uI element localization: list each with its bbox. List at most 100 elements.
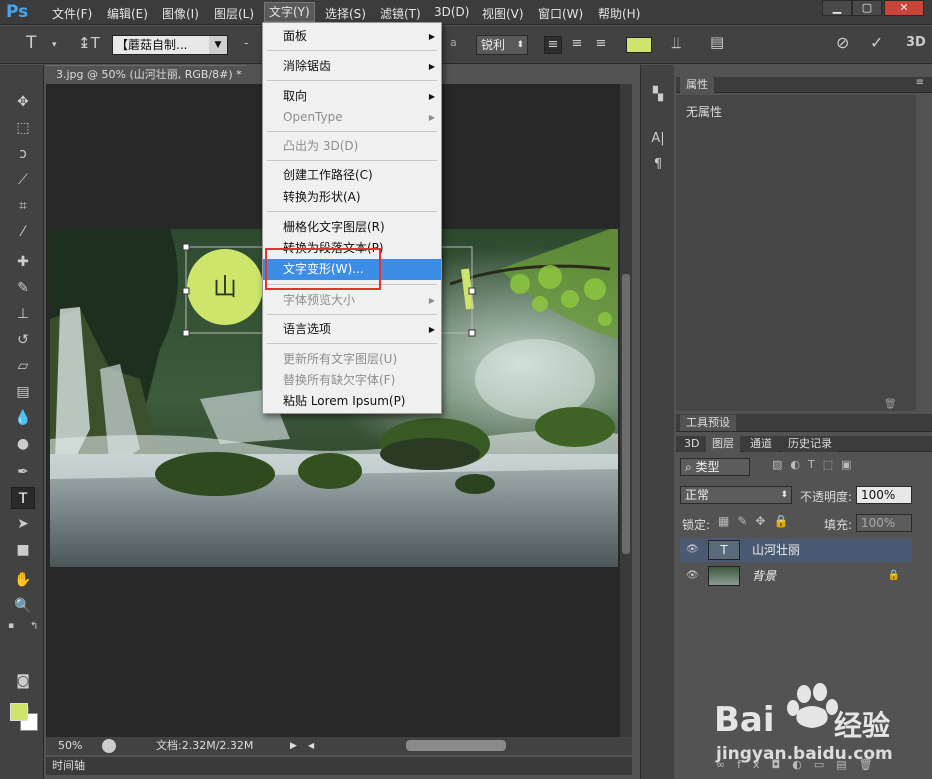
lock-icons[interactable]: ▦✎✥🔒: [718, 514, 796, 528]
cancel-icon[interactable]: ⊘: [836, 33, 849, 52]
menu-item-language-options[interactable]: 语言选项 ▶: [263, 319, 441, 340]
menu-help[interactable]: 帮助(H): [598, 5, 640, 22]
timeline-bar[interactable]: 时间轴: [46, 757, 632, 775]
layer-row-text[interactable]: 👁 T 山河壮丽: [680, 538, 912, 562]
gradient-tool-icon[interactable]: ▤: [11, 381, 35, 403]
type-tool-preset-icon[interactable]: T: [26, 33, 36, 53]
blend-mode-select[interactable]: 正常 ⬍: [680, 486, 792, 504]
scroll-thumb[interactable]: [622, 274, 630, 554]
tab-3d[interactable]: 3D: [678, 436, 706, 452]
history-panel-icon[interactable]: ▚: [648, 87, 668, 107]
share-icon[interactable]: [102, 739, 116, 753]
menu-item-panels[interactable]: 面板 ▶: [263, 26, 441, 47]
character-panel-icon[interactable]: ▤: [710, 33, 724, 51]
maximize-button[interactable]: ▢: [852, 0, 882, 16]
menu-item-paste-lorem-ipsum[interactable]: 粘贴 Lorem Ipsum(P): [263, 391, 441, 412]
close-button[interactable]: ✕: [884, 0, 924, 16]
document-tab[interactable]: 3.jpg @ 50% (山河壮丽, RGB/8#) *: [46, 65, 246, 83]
foreground-color[interactable]: [10, 703, 28, 721]
pen-tool-icon[interactable]: ✒: [11, 461, 35, 483]
layer-row-background[interactable]: 👁 背景 🔒: [680, 564, 912, 588]
eye-icon[interactable]: 👁: [686, 538, 700, 562]
hand-tool-icon[interactable]: ✋: [11, 569, 35, 591]
tab-channels[interactable]: 通道: [744, 436, 778, 452]
menu-edit[interactable]: 编辑(E): [107, 5, 148, 22]
menu-item-label: 转换为形状(A): [283, 190, 361, 204]
tab-tool-presets[interactable]: 工具预设: [680, 415, 736, 431]
marquee-tool-icon[interactable]: ⬚: [11, 117, 35, 139]
menu-item-convert-to-shape[interactable]: 转换为形状(A): [263, 187, 441, 208]
tab-layers[interactable]: 图层: [706, 436, 740, 452]
zoom-tool-icon[interactable]: 🔍: [11, 595, 35, 617]
zoom-level[interactable]: 50%: [58, 737, 82, 755]
text-color-swatch[interactable]: [626, 37, 652, 53]
blur-tool-icon[interactable]: 💧: [11, 407, 35, 429]
menu-item-orientation[interactable]: 取向 ▶: [263, 86, 441, 107]
eyedropper-tool-icon[interactable]: ⁄: [11, 221, 35, 243]
menu-item-rasterize[interactable]: 栅格化文字图层(R): [263, 217, 441, 238]
menu-window[interactable]: 窗口(W): [538, 5, 583, 22]
menu-view[interactable]: 视图(V): [482, 5, 524, 22]
panel-menu-icon[interactable]: ≡: [916, 77, 924, 88]
align-center-button[interactable]: ≡: [568, 36, 586, 54]
menu-layer[interactable]: 图层(L): [214, 5, 254, 22]
antialias-select[interactable]: 锐利 ⬍: [476, 35, 528, 55]
menu-filter[interactable]: 滤镜(T): [380, 5, 421, 22]
layer-name: 山河壮丽: [752, 543, 801, 557]
preset-dropdown-arrow-icon[interactable]: ▾: [52, 40, 57, 50]
rectangle-tool-icon[interactable]: ■: [11, 539, 35, 561]
opacity-value: 100%: [861, 488, 896, 502]
menu-item-convert-paragraph[interactable]: 转换为段落文本(P): [263, 238, 441, 259]
chevron-icon: ⬍: [780, 490, 788, 500]
font-family-select[interactable]: 【蘑菇自制... ▼: [112, 35, 228, 55]
commit-check-icon[interactable]: ✓: [870, 33, 883, 52]
menu-image[interactable]: 图像(I): [162, 5, 199, 22]
character-panel-icon[interactable]: A|: [648, 131, 668, 151]
menu-file[interactable]: 文件(F): [52, 5, 92, 22]
text-orientation-icon[interactable]: ↨T: [78, 34, 100, 52]
quick-mask-icon[interactable]: ◙: [11, 670, 35, 692]
layer-footer-icons[interactable]: ∞fx◘◐▭▤🗑: [716, 758, 885, 771]
move-tool-icon[interactable]: ✥: [11, 91, 35, 113]
healing-brush-tool-icon[interactable]: ✚: [11, 251, 35, 273]
eraser-tool-icon[interactable]: ▱: [11, 355, 35, 377]
swap-colors-icon[interactable]: ↰: [30, 621, 38, 632]
trash-icon[interactable]: 🗑: [884, 399, 897, 410]
quick-select-tool-icon[interactable]: ⟋: [11, 169, 35, 191]
path-select-tool-icon[interactable]: ➤: [11, 513, 35, 535]
menu-item-warp-text[interactable]: 文字变形(W)...: [263, 259, 441, 280]
align-left-button[interactable]: ≡: [544, 36, 562, 54]
type-tool-icon[interactable]: T: [11, 487, 35, 509]
close-icon: ✕: [899, 1, 909, 14]
default-colors-icon[interactable]: ▪: [8, 621, 14, 631]
crop-tool-icon[interactable]: ⌗: [11, 195, 35, 217]
menu-select[interactable]: 选择(S): [325, 5, 366, 22]
tab-properties[interactable]: 属性: [680, 77, 714, 93]
layer-filter-select[interactable]: ⌕ 类型: [680, 458, 750, 476]
menu-item-create-work-path[interactable]: 创建工作路径(C): [263, 165, 441, 186]
fill-input[interactable]: 100%: [856, 514, 912, 532]
tab-history[interactable]: 历史记录: [782, 436, 838, 452]
history-brush-tool-icon[interactable]: ↺: [11, 329, 35, 351]
layers-panel: 工具预设 3D 图层 通道 历史记录 ⌕ 类型 ▨◐T⬚▣ 正常 ⬍ 不透明度:…: [676, 414, 932, 779]
divider: [267, 160, 437, 161]
eye-icon[interactable]: 👁: [686, 564, 700, 588]
warp-text-icon[interactable]: ⫫: [672, 33, 681, 53]
clone-stamp-tool-icon[interactable]: ⊥: [11, 303, 35, 325]
menu-3d[interactable]: 3D(D): [434, 5, 469, 19]
menu-type[interactable]: 文字(Y): [264, 2, 315, 22]
opacity-input[interactable]: 100%: [856, 486, 912, 504]
status-arrow-icon[interactable]: ▶: [290, 737, 297, 755]
horizontal-scroll-thumb[interactable]: [406, 740, 506, 751]
scroll-left-icon[interactable]: ◀: [308, 737, 314, 755]
lasso-tool-icon[interactable]: ↄ: [11, 143, 35, 165]
paragraph-panel-icon[interactable]: ¶: [648, 157, 668, 177]
brush-tool-icon[interactable]: ✎: [11, 277, 35, 299]
menu-item-anti-alias[interactable]: 消除锯齿 ▶: [263, 56, 441, 77]
vertical-scrollbar[interactable]: [620, 84, 632, 737]
align-right-button[interactable]: ≡: [592, 36, 610, 54]
minimize-button[interactable]: ▁: [822, 0, 852, 16]
dodge-tool-icon[interactable]: ●: [11, 433, 35, 455]
3d-mode-icon[interactable]: 3D: [906, 35, 926, 50]
filter-icons[interactable]: ▨◐T⬚▣: [772, 458, 860, 471]
